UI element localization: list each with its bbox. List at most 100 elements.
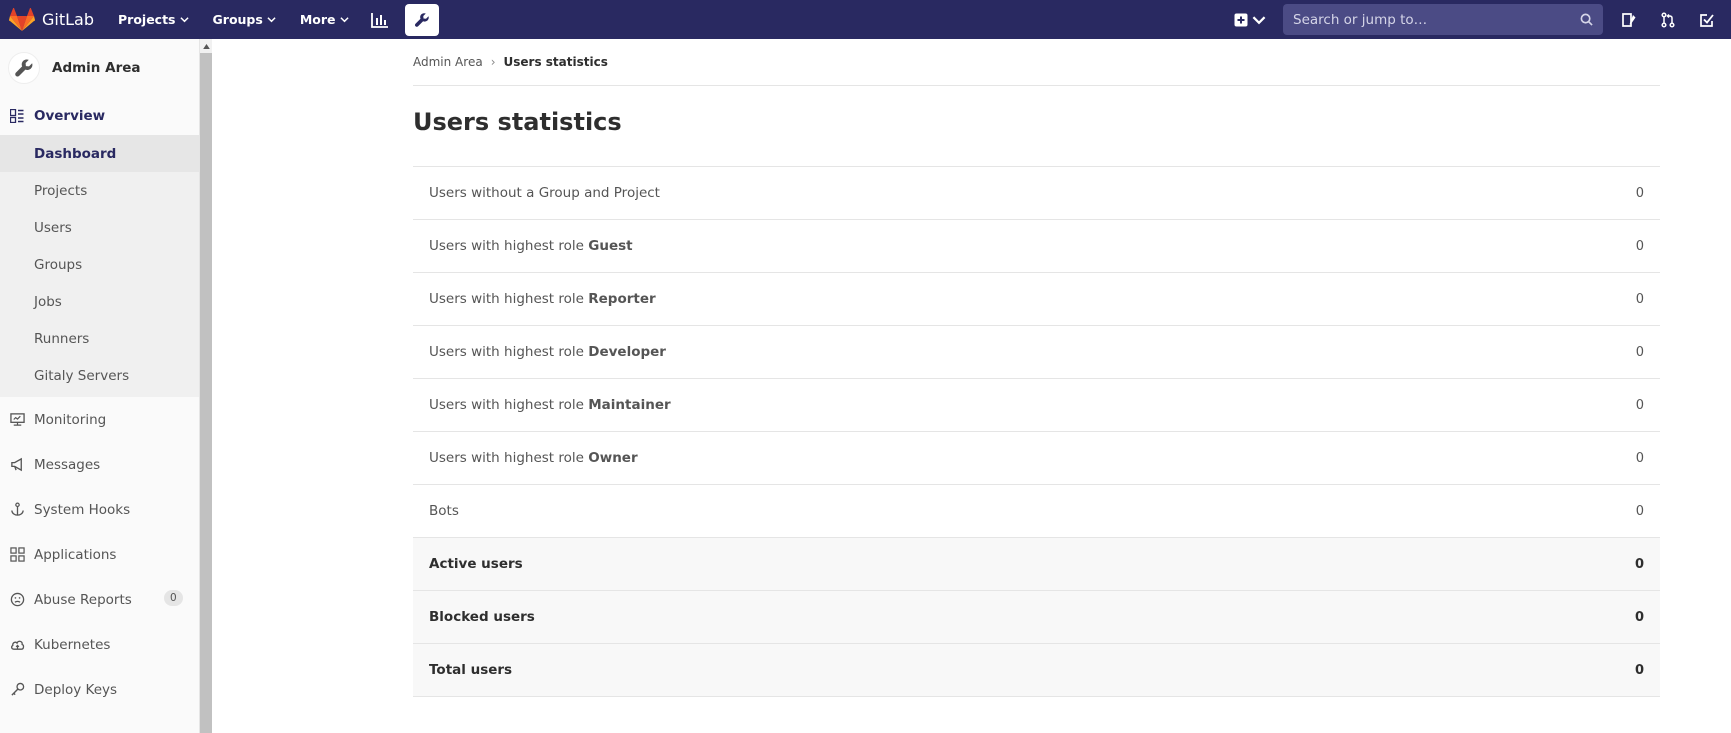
sidebar-item-applications[interactable]: Applications <box>0 532 199 577</box>
stats-row-role: Owner <box>588 450 638 466</box>
stats-total-row: Active users 0 <box>413 538 1660 591</box>
sidebar-item-label: Kubernetes <box>34 636 111 653</box>
stats-row-value: 0 <box>1635 344 1644 360</box>
stats-row-value: 0 <box>1635 185 1644 201</box>
stats-row-role: Guest <box>588 238 633 254</box>
sidebar-item-label: Projects <box>34 182 88 199</box>
sidebar-item-system-hooks[interactable]: System Hooks <box>0 487 199 532</box>
sidebar-item-label: Applications <box>34 546 117 563</box>
breadcrumb-admin-area-link[interactable]: Admin Area <box>413 55 483 69</box>
stats-total-row: Blocked users 0 <box>413 591 1660 644</box>
sidebar-item-groups[interactable]: Groups <box>0 246 199 283</box>
nav-more-dropdown[interactable]: More <box>300 12 349 27</box>
stats-row: Users with highest role Guest 0 <box>413 220 1660 273</box>
navbar-right: Search or jump to… <box>1234 0 1731 39</box>
stats-row-label: Users with highest role Developer <box>429 344 666 360</box>
anchor-icon <box>11 502 24 516</box>
sidebar-item-label: Groups <box>34 256 83 273</box>
stats-row-role: Developer <box>588 344 666 360</box>
nav-projects-dropdown[interactable]: Projects <box>118 12 189 27</box>
stats-row-text: Users with highest role <box>429 238 589 254</box>
scroll-up-button[interactable] <box>200 39 212 53</box>
gitlab-logo[interactable]: GitLab <box>9 7 94 32</box>
stats-row: Users with highest role Reporter 0 <box>413 273 1660 326</box>
stats-row: Users with highest role Maintainer 0 <box>413 379 1660 432</box>
stats-row-label: Users with highest role Guest <box>429 238 633 254</box>
page-title: Users statistics <box>413 108 622 136</box>
stats-total-value: 0 <box>1634 556 1644 572</box>
sidebar-item-overview[interactable]: Overview <box>0 97 199 135</box>
stats-row-value: 0 <box>1635 238 1644 254</box>
stats-row-text: Users with highest role <box>429 344 589 360</box>
stats-total-value: 0 <box>1634 609 1644 625</box>
stats-total-label: Blocked users <box>429 609 535 625</box>
search-placeholder: Search or jump to… <box>1293 11 1428 28</box>
stats-row-text: Users without a Group and Project <box>429 185 660 201</box>
stats-row-label: Users with highest role Reporter <box>429 291 656 307</box>
sidebar-item-deploy-keys[interactable]: Deploy Keys <box>0 667 199 712</box>
sidebar-item-monitoring[interactable]: Monitoring <box>0 397 199 442</box>
new-item-dropdown[interactable] <box>1234 13 1266 27</box>
search-input[interactable]: Search or jump to… <box>1283 4 1603 35</box>
sidebar-item-jobs[interactable]: Jobs <box>0 283 199 320</box>
plus-square-icon <box>1234 13 1248 26</box>
issues-button[interactable] <box>1619 10 1639 30</box>
key-icon <box>11 682 25 696</box>
todo-check-icon <box>1700 13 1714 27</box>
chevron-down-icon <box>179 17 189 23</box>
admin-area-button[interactable] <box>404 3 439 36</box>
stats-row-role: Maintainer <box>588 397 671 413</box>
chevron-down-icon <box>267 17 276 23</box>
stats-total-label: Total users <box>429 662 513 678</box>
stats-row-value: 0 <box>1635 397 1644 413</box>
applications-icon <box>10 547 25 562</box>
sidebar-item-overview-label: Overview <box>34 108 106 124</box>
sidebar-header[interactable]: Admin Area <box>0 39 199 97</box>
sidebar-item-label: Runners <box>34 330 90 347</box>
nav-more-label: More <box>299 12 336 27</box>
sidebar-item-abuse-reports[interactable]: Abuse Reports 0 <box>0 577 199 622</box>
issues-icon <box>1622 12 1636 27</box>
nav-groups-dropdown[interactable]: Groups <box>213 12 276 27</box>
sidebar-item-label: Gitaly Servers <box>34 367 130 384</box>
breadcrumb-current[interactable]: Users statistics <box>504 55 608 69</box>
sidebar-item-gitaly-servers[interactable]: Gitaly Servers <box>0 357 199 394</box>
users-statistics-table: Users without a Group and Project 0 User… <box>413 166 1660 697</box>
stats-row-value: 0 <box>1635 503 1644 519</box>
stats-row-value: 0 <box>1635 450 1644 466</box>
overview-icon <box>10 109 24 123</box>
sidebar-scrollbar[interactable] <box>200 39 212 733</box>
sidebar-item-runners[interactable]: Runners <box>0 320 199 357</box>
main-content: Admin Area › Users statistics Users stat… <box>413 39 1660 697</box>
merge-requests-button[interactable] <box>1658 10 1678 30</box>
stats-row-value: 0 <box>1635 291 1644 307</box>
stats-total-row: Total users 0 <box>413 644 1660 697</box>
stats-row-label: Users with highest role Maintainer <box>429 397 671 413</box>
chevron-down-icon <box>339 17 349 23</box>
activity-chart-button[interactable] <box>369 9 391 31</box>
todos-button[interactable] <box>1697 10 1717 30</box>
sidebar-item-label: System Hooks <box>34 501 131 518</box>
sidebar-item-dashboard[interactable]: Dashboard <box>0 135 199 172</box>
stats-row: Bots 0 <box>413 485 1660 538</box>
sidebar-item-label: Abuse Reports <box>34 591 132 608</box>
stats-row: Users with highest role Owner 0 <box>413 432 1660 485</box>
sidebar-item-label: Messages <box>34 456 101 473</box>
sidebar-item-projects[interactable]: Projects <box>0 172 199 209</box>
sidebar-item-label: Jobs <box>34 293 62 310</box>
search-icon <box>1580 13 1593 26</box>
sidebar-item-messages[interactable]: Messages <box>0 442 199 487</box>
wrench-icon <box>414 12 429 27</box>
sidebar-item-label: Monitoring <box>34 411 107 428</box>
stats-row: Users with highest role Developer 0 <box>413 326 1660 379</box>
monitor-icon <box>10 413 25 426</box>
sidebar-item-users[interactable]: Users <box>0 209 199 246</box>
sidebar-item-label: Users <box>34 219 72 236</box>
gitlab-tanuki-icon <box>9 7 35 31</box>
stats-row-text: Bots <box>429 503 459 519</box>
stats-row-role: Reporter <box>588 291 656 307</box>
sidebar-item-kubernetes[interactable]: Kubernetes <box>0 622 199 667</box>
top-navbar: GitLab Projects Groups More Search or ju… <box>0 0 1731 39</box>
nav-groups-label: Groups <box>212 12 263 27</box>
stats-row-label: Bots <box>429 503 459 519</box>
